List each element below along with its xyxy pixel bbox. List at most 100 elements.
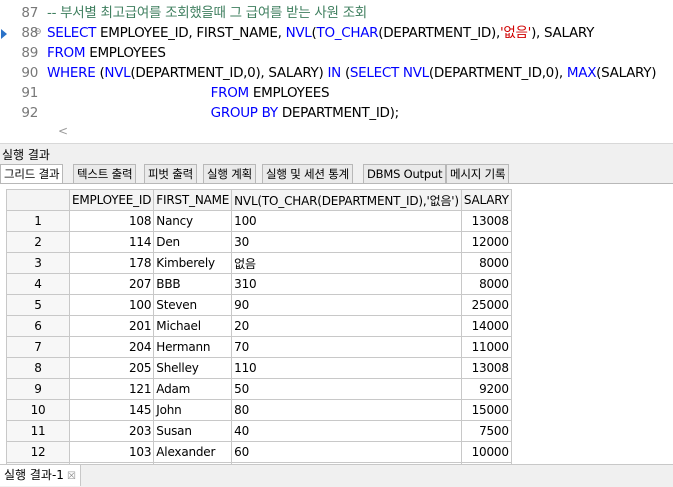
result-tab-label: 실행 결과-1 — [4, 468, 64, 482]
salary-cell[interactable]: 13008 — [460, 210, 512, 232]
result-grid: EMPLOYEE_ID FIRST_NAME NVL(TO_CHAR(DEPAR… — [6, 189, 512, 464]
table-row[interactable]: 1 108 Nancy 100 13008 — [6, 210, 512, 232]
code-token: WHERE — [47, 65, 100, 81]
salary-cell[interactable]: 8000 — [460, 273, 512, 295]
first-name-cell[interactable]: Shelley — [153, 357, 233, 379]
salary-cell[interactable]: 9200 — [460, 378, 512, 400]
table-row[interactable]: 11 203 Susan 40 7500 — [6, 420, 512, 442]
department-cell[interactable]: 20 — [231, 315, 462, 337]
sql-editor[interactable]: ⊖ 87 -- 부서별 최고급여를 조회했을때 그 급여를 받는 사원 조회 88 S… — [0, 0, 673, 144]
employee-id-cell[interactable]: 204 — [68, 336, 155, 358]
salary-cell[interactable]: 7500 — [460, 420, 512, 442]
table-row[interactable]: 9 121 Adam 50 9200 — [6, 378, 512, 400]
table-row[interactable]: 7 204 Hermann 70 11000 — [6, 336, 512, 358]
code-token: NVL — [104, 65, 131, 81]
table-row[interactable]: 4 207 BBB 310 8000 — [6, 273, 512, 295]
table-row[interactable]: 2 114 Den 30 12000 — [6, 231, 512, 253]
row-number-cell[interactable]: 12 — [6, 441, 70, 463]
department-cell[interactable]: 100 — [231, 210, 462, 232]
table-row[interactable]: 6 201 Michael 20 14000 — [6, 315, 512, 337]
salary-cell[interactable]: 8000 — [460, 252, 512, 274]
row-number-cell[interactable]: 3 — [6, 252, 70, 274]
employee-id-cell[interactable]: 108 — [68, 210, 155, 232]
table-row[interactable]: 8 205 Shelley 110 13008 — [6, 357, 512, 379]
department-cell[interactable]: 40 — [231, 420, 462, 442]
employee-id-cell[interactable]: 205 — [68, 357, 155, 379]
grid-header-row: EMPLOYEE_ID FIRST_NAME NVL(TO_CHAR(DEPAR… — [6, 189, 512, 211]
first-name-cell[interactable]: Hermann — [153, 336, 233, 358]
employee-id-cell[interactable]: 114 — [68, 231, 155, 253]
row-number-cell[interactable]: 11 — [6, 420, 70, 442]
salary-cell[interactable]: 11000 — [460, 336, 512, 358]
row-number-cell[interactable]: 7 — [6, 336, 70, 358]
employee-id-cell[interactable]: 203 — [68, 420, 155, 442]
salary-cell[interactable]: 14000 — [460, 315, 512, 337]
department-cell[interactable]: 30 — [231, 231, 462, 253]
first-name-cell[interactable]: Adam — [153, 378, 233, 400]
result-tab-1[interactable]: 실행 결과-1 ☒ — [0, 465, 81, 486]
department-cell[interactable]: 90 — [231, 294, 462, 316]
row-number-cell[interactable]: 1 — [6, 210, 70, 232]
table-row[interactable]: 3 178 Kimberely 없음 8000 — [6, 252, 512, 274]
employee-id-cell[interactable]: 103 — [68, 441, 155, 463]
tab-execution-plan[interactable]: 실행 계획 — [203, 164, 256, 183]
first-name-cell[interactable]: Den — [153, 231, 233, 253]
first-name-cell[interactable]: BBB — [153, 273, 233, 295]
table-row[interactable]: 10 145 John 80 15000 — [6, 399, 512, 421]
row-number-cell[interactable]: 10 — [6, 399, 70, 421]
employee-id-cell[interactable]: 100 — [68, 294, 155, 316]
first-name-cell[interactable]: Kimberely — [153, 252, 233, 274]
employee-id-cell[interactable]: 201 — [68, 315, 155, 337]
row-number-header[interactable] — [6, 189, 70, 211]
table-row[interactable]: 5 100 Steven 90 25000 — [6, 294, 512, 316]
department-cell[interactable]: 80 — [231, 399, 462, 421]
column-header[interactable]: SALARY — [460, 189, 512, 211]
employee-id-cell[interactable]: 178 — [68, 252, 155, 274]
line-number: 87 — [21, 5, 38, 21]
close-icon[interactable]: ☒ — [67, 471, 76, 482]
result-grid-area[interactable]: EMPLOYEE_ID FIRST_NAME NVL(TO_CHAR(DEPAR… — [0, 184, 673, 464]
tab-message-log[interactable]: 메시지 기록 — [446, 164, 510, 183]
first-name-cell[interactable]: Michael — [153, 315, 233, 337]
row-number-cell[interactable]: 5 — [6, 294, 70, 316]
column-header[interactable]: FIRST_NAME — [153, 189, 233, 211]
first-name-cell[interactable]: Alexander — [153, 441, 233, 463]
department-cell[interactable]: 310 — [231, 273, 462, 295]
row-number-cell[interactable]: 4 — [6, 273, 70, 295]
salary-cell[interactable]: 13008 — [460, 357, 512, 379]
line-number: 88 — [21, 25, 38, 41]
department-cell[interactable]: 없음 — [231, 252, 462, 274]
first-name-cell[interactable]: Nancy — [153, 210, 233, 232]
row-number-cell[interactable]: 6 — [6, 315, 70, 337]
tab-session-stats[interactable]: 실행 및 세션 통계 — [262, 164, 354, 183]
row-number-cell[interactable]: 8 — [6, 357, 70, 379]
employee-id-cell[interactable]: 121 — [68, 378, 155, 400]
department-cell[interactable]: 70 — [231, 336, 462, 358]
department-cell[interactable]: 60 — [231, 441, 462, 463]
employee-id-cell[interactable]: 145 — [68, 399, 155, 421]
tab-pivot-output[interactable]: 피벗 출력 — [144, 164, 197, 183]
tab-dbms-output[interactable]: DBMS Output — [363, 164, 447, 183]
code-token: (DEPARTMENT_ID,0), SALARY) — [130, 65, 328, 81]
tab-text-output[interactable]: 텍스트 출력 — [73, 164, 137, 183]
department-cell[interactable]: 110 — [231, 357, 462, 379]
table-row[interactable]: 12 103 Alexander 60 10000 — [6, 441, 512, 463]
row-number-cell[interactable]: 9 — [6, 378, 70, 400]
tab-grid-result[interactable]: 그리드 결과 — [0, 164, 64, 183]
salary-cell[interactable]: 15000 — [460, 399, 512, 421]
code-token: FROM — [210, 85, 253, 101]
scroll-left-icon[interactable]: < — [58, 124, 68, 138]
code-text: SELECT EMPLOYEE_ID, FIRST_NAME, NVL(TO_C… — [47, 24, 594, 42]
first-name-cell[interactable]: Steven — [153, 294, 233, 316]
first-name-cell[interactable]: John — [153, 399, 233, 421]
salary-cell[interactable]: 12000 — [460, 231, 512, 253]
column-header[interactable]: EMPLOYEE_ID — [68, 189, 155, 211]
salary-cell[interactable]: 10000 — [460, 441, 512, 463]
column-header[interactable]: NVL(TO_CHAR(DEPARTMENT_ID),'없음') — [231, 189, 462, 211]
row-number-cell[interactable]: 2 — [6, 231, 70, 253]
first-name-cell[interactable]: Susan — [153, 420, 233, 442]
department-cell[interactable]: 50 — [231, 378, 462, 400]
employee-id-cell[interactable]: 207 — [68, 273, 155, 295]
salary-cell[interactable]: 25000 — [460, 294, 512, 316]
